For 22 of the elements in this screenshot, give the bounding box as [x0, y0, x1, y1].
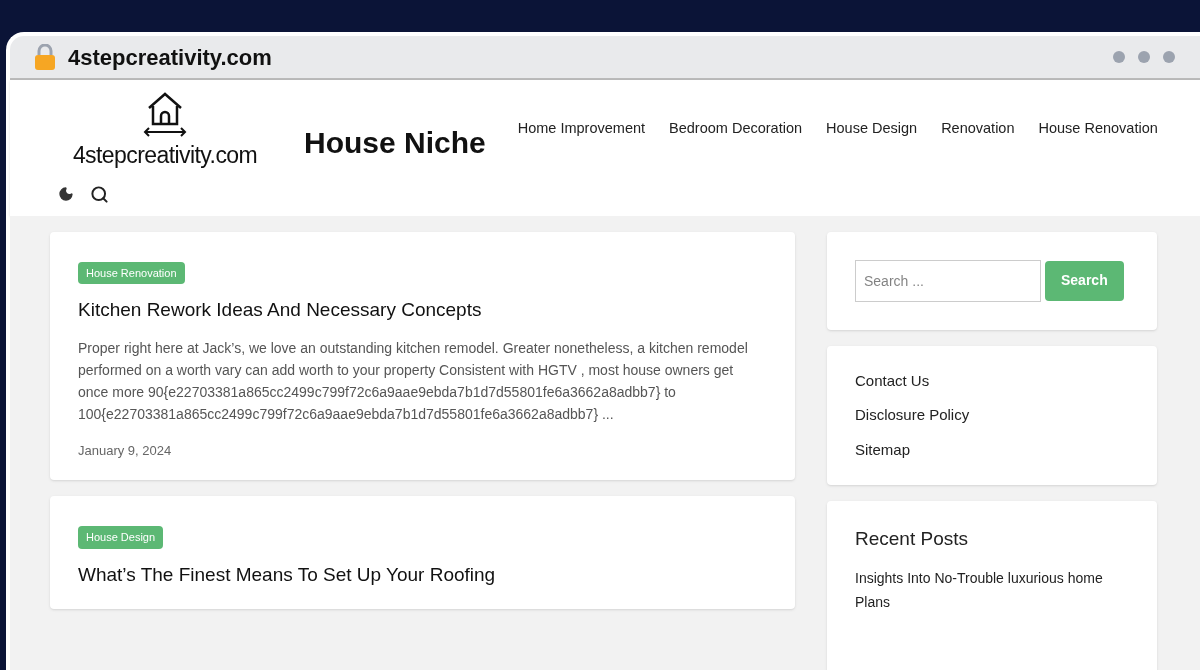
site-title[interactable]: House Niche: [304, 120, 486, 165]
window-controls-icon: [1112, 50, 1176, 64]
page-link[interactable]: Sitemap: [855, 438, 1129, 461]
post-date: January 9, 2024: [78, 441, 173, 460]
search-field[interactable]: Search ...: [855, 259, 1041, 302]
recent-post-link[interactable]: Insights Into No-Trouble luxurious home Plans: [855, 565, 1125, 614]
nav-link[interactable]: Home Improvement: [517, 118, 646, 140]
nav-link[interactable]: Bedroom Decoration: [669, 118, 803, 140]
address-text[interactable]: 4stepcreativity.com: [68, 40, 272, 74]
nav-link[interactable]: House Design: [826, 118, 918, 140]
search-icon[interactable]: [90, 184, 109, 204]
logo-text[interactable]: 4stepcreativity.com: [72, 138, 258, 173]
post-title[interactable]: What’s The Finest Means To Set Up Your Roofing: [78, 560, 767, 589]
post-title[interactable]: Kitchen Rework Ideas And Necessary Concepts: [78, 296, 767, 325]
dark-mode-icon[interactable]: [58, 186, 74, 202]
nav-link[interactable]: House Renovation: [1038, 118, 1158, 140]
page-link[interactable]: Contact Us: [855, 369, 1129, 392]
widget-title: Recent Posts: [855, 527, 969, 551]
page-link[interactable]: Disclosure Policy: [855, 404, 1129, 427]
post-excerpt: Proper right here at Jack’s, we love an outstanding kitchen remodel. Greater nonetheless, a kitchen remodel performed on a worth vary can add worth to your property Consistent with HGTV , most house owners get once more 90{e22703381a865cc2499c799f72c6a9aae9ebda7b1d7d55801fe6a3662a8adbb7} to 100{e22703381a865cc2499c799f72c6a9aae9ebda7b1d7d55801fe6a3662a8adbb7} ...: [78, 338, 749, 424]
padlock-icon: [34, 44, 56, 70]
nav-link[interactable]: Renovation: [941, 118, 1015, 140]
